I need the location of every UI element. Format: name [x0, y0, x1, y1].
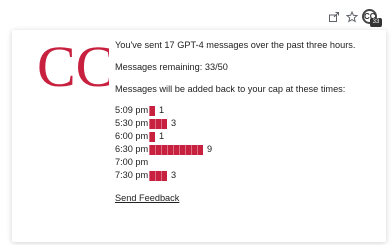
schedule-count: 3	[171, 170, 177, 180]
schedule-time: 5:09 pm	[115, 105, 149, 115]
schedule-count: 3	[171, 118, 177, 128]
popup-content: You've sent 17 GPT-4 messages over the p…	[115, 40, 375, 204]
schedule-count: 9	[207, 144, 213, 154]
schedule-time: 6:00 pm	[115, 131, 149, 141]
schedule-row: 7:30 pm 3	[115, 169, 375, 182]
schedule-row: 5:09 pm 1	[115, 104, 375, 117]
schedule-bar	[149, 131, 155, 142]
schedule-row: 5:30 pm 3	[115, 117, 375, 130]
schedule-time: 6:30 pm	[115, 144, 149, 154]
logo: CC	[37, 38, 109, 94]
extension-popup: CC You've sent 17 GPT-4 messages over th…	[12, 30, 386, 242]
schedule-bar	[149, 144, 203, 155]
schedule-row: 7:00 pm	[115, 156, 375, 169]
extension-count-badge: 33	[370, 18, 382, 27]
extension-icon[interactable]: CC 33	[362, 9, 382, 27]
remaining-message: Messages remaining: 33/50	[115, 62, 228, 72]
browser-toolbar: CC 33	[0, 0, 392, 34]
schedule-bar	[149, 105, 155, 116]
schedule-row: 6:30 pm 9	[115, 143, 375, 156]
logo-text: CC	[37, 38, 109, 94]
schedule-time: 7:00 pm	[115, 157, 149, 167]
star-icon[interactable]	[344, 9, 360, 25]
schedule-list: 5:09 pm 1 5:30 pm 3 6:00 pm 1 6:30 pm 9 7:00 pm 7…	[115, 104, 375, 182]
send-feedback-link[interactable]: Send Feedback	[115, 193, 375, 204]
share-icon[interactable]	[326, 9, 342, 25]
schedule-time: 5:30 pm	[115, 118, 149, 128]
sent-message: You've sent 17 GPT-4 messages over the p…	[115, 40, 356, 50]
added-back-message: Messages will be added back to your cap …	[115, 84, 346, 94]
schedule-count: 1	[159, 131, 165, 141]
schedule-row: 6:00 pm 1	[115, 130, 375, 143]
schedule-count: 1	[159, 105, 165, 115]
schedule-time: 7:30 pm	[115, 170, 149, 180]
schedule-bar	[149, 170, 167, 181]
schedule-bar	[149, 118, 167, 129]
